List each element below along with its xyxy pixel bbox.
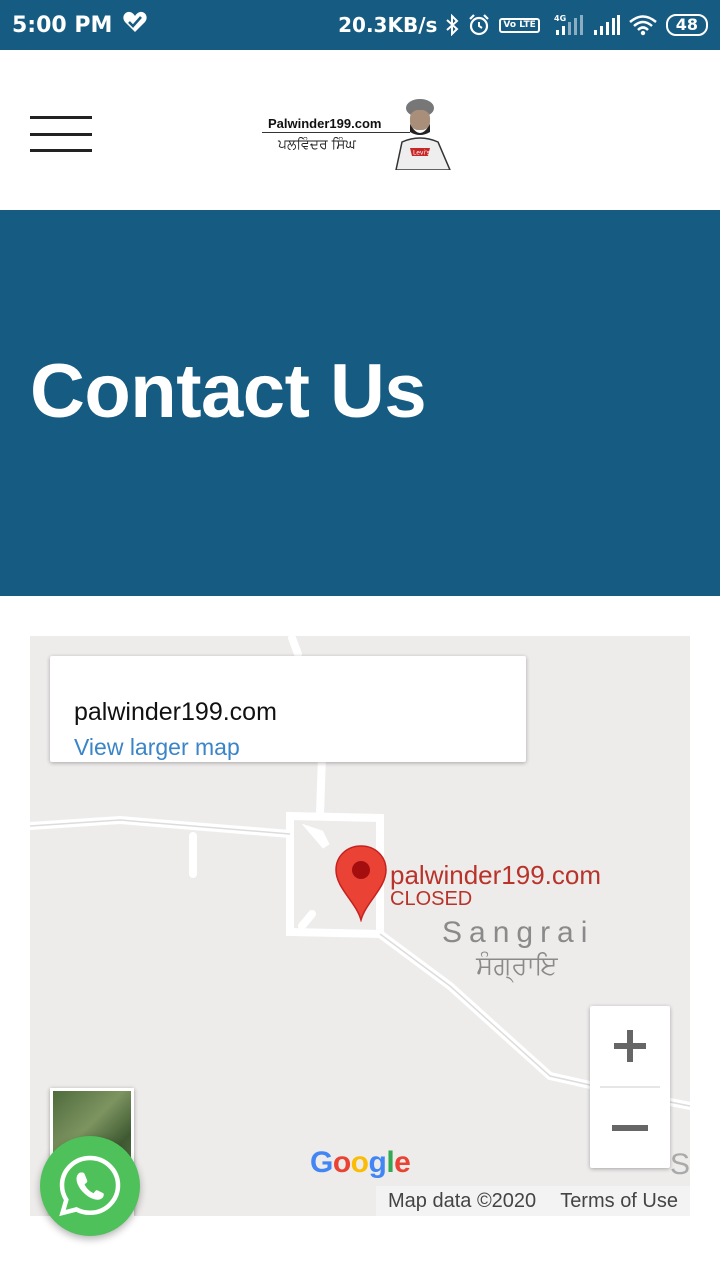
logo-person-illustration: Levi's — [395, 99, 451, 170]
minus-icon — [612, 1125, 648, 1131]
battery-icon: 48 — [665, 14, 708, 36]
hero-banner: Contact Us — [0, 210, 720, 596]
map-attribution: Map data ©2020 Terms of Use — [376, 1186, 690, 1216]
wifi-icon — [628, 14, 658, 36]
menu-line — [30, 116, 92, 119]
town-label-punjabi: ਸੰਗ੍ਰਾਇ — [476, 950, 558, 980]
signal-icon: 4G — [548, 14, 584, 36]
google-logo: Google — [310, 1146, 411, 1180]
alarm-icon — [467, 13, 491, 37]
marker-status: CLOSED — [390, 888, 473, 910]
town-label: Sangrai — [442, 916, 595, 949]
zoom-out-button[interactable] — [590, 1088, 670, 1168]
whatsapp-button[interactable] — [40, 1136, 140, 1236]
page-title: Contact Us — [30, 349, 427, 434]
zoom-in-button[interactable] — [590, 1006, 670, 1086]
menu-line — [30, 132, 92, 136]
map-data-label: Map data ©2020 — [388, 1189, 537, 1212]
map-edge-label: S — [670, 1148, 690, 1181]
map-zoom-control — [590, 1006, 670, 1168]
marker-label[interactable]: palwinder199.com — [390, 860, 601, 891]
status-time: 5:00 PM — [12, 12, 113, 38]
net-type-label: 4G — [554, 14, 566, 23]
status-bar: 5:00 PM 20.3KB/s Vo LTE 4G 48 — [0, 0, 720, 50]
logo-punjabi-text: ਪਲਵਿੰਦਰ ਸਿੰਘ — [278, 136, 356, 152]
logo-shirt-text: Levi's — [413, 150, 430, 157]
logo-text: Palwinder199.com — [268, 116, 382, 131]
signal-icon — [592, 14, 620, 36]
google-logo-letter: G — [310, 1146, 333, 1179]
google-logo-letter: o — [350, 1146, 369, 1179]
google-logo-letter: e — [394, 1146, 411, 1179]
whatsapp-icon — [59, 1155, 121, 1217]
map-place-name: palwinder199.com — [74, 698, 277, 726]
hamburger-menu-icon[interactable] — [30, 116, 92, 152]
map-info-card: palwinder199.com View larger map — [50, 656, 526, 762]
menu-line — [30, 149, 92, 152]
heart-icon — [122, 10, 148, 40]
status-icons: 20.3KB/s Vo LTE 4G 48 — [338, 13, 708, 37]
plus-icon — [614, 1030, 646, 1062]
site-logo[interactable]: Palwinder199.com ਪਲਵਿੰਦਰ ਸਿੰਘ Levi's — [262, 98, 458, 170]
google-logo-letter: l — [386, 1146, 395, 1179]
network-speed: 20.3KB/s — [338, 13, 438, 37]
site-header: Palwinder199.com ਪਲਵਿੰਦਰ ਸਿੰਘ Levi's — [0, 50, 720, 210]
view-larger-map-link[interactable]: View larger map — [74, 734, 240, 761]
google-logo-letter: g — [368, 1146, 387, 1179]
bluetooth-icon — [445, 14, 459, 36]
map-marker-icon[interactable] — [334, 844, 388, 922]
terms-of-use-link[interactable]: Terms of Use — [560, 1190, 678, 1213]
google-map[interactable]: palwinder199.com View larger map palwind… — [30, 636, 690, 1216]
volte-icon: Vo LTE — [499, 17, 540, 33]
google-logo-letter: o — [332, 1146, 351, 1179]
